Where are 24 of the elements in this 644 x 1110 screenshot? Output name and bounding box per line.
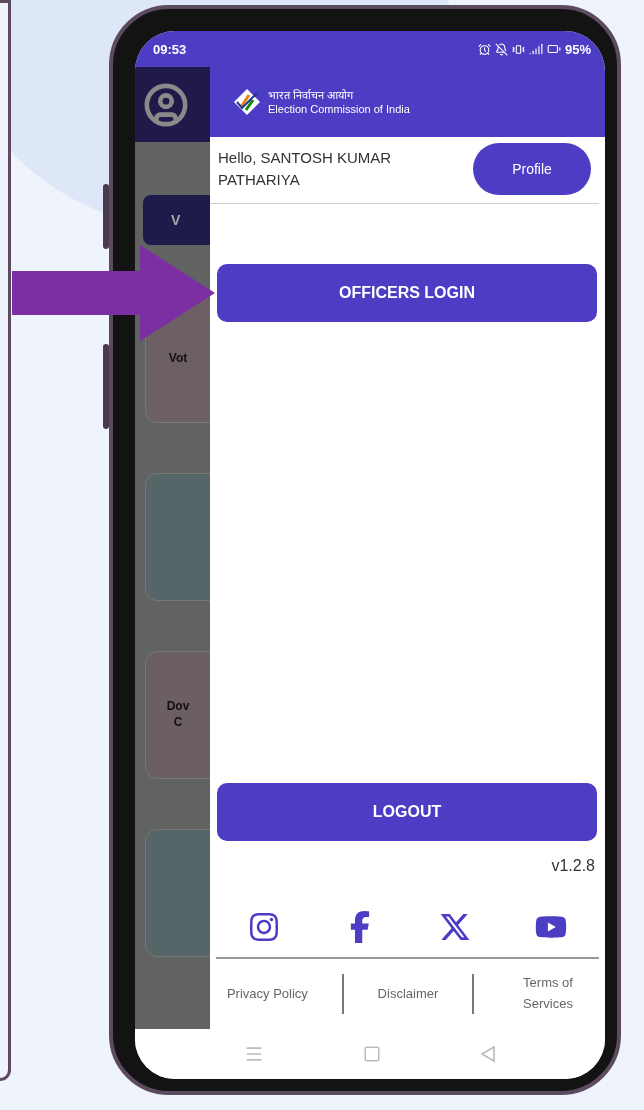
status-time: 09:53 — [153, 41, 187, 57]
greeting-text: Hello, SANTOSH KUMAR PATHARIYA — [218, 148, 393, 190]
eci-logo-icon — [232, 87, 262, 117]
card-label: C — [173, 715, 183, 731]
vibrate-icon — [511, 42, 525, 56]
card-label: Dov — [166, 699, 190, 715]
version-label: v1.2.8 — [551, 857, 595, 876]
arrow-icon — [12, 245, 215, 341]
battery-icon — [546, 42, 561, 56]
instagram-icon[interactable] — [247, 911, 280, 944]
org-name-english: Election Commission of India — [268, 102, 410, 117]
mute-icon — [494, 42, 508, 56]
logout-button[interactable]: LOGOUT — [217, 783, 597, 842]
card-label: Vot — [168, 351, 188, 367]
footer-link[interactable]: Disclaimer — [377, 983, 439, 1005]
battery-percent: 95% — [564, 41, 591, 57]
footer-link[interactable]: Terms of Services — [508, 973, 589, 1015]
profile-button[interactable]: Profile — [473, 143, 591, 195]
officers-login-button[interactable]: OFFICERS LOGIN — [217, 264, 597, 322]
signal-icon — [528, 42, 543, 56]
user-avatar-icon — [143, 81, 189, 128]
alarm-icon — [477, 42, 491, 56]
footer-link[interactable]: Privacy Policy — [226, 983, 308, 1005]
org-name-hindi: भारत निर्वाचन आयोग — [268, 87, 355, 102]
